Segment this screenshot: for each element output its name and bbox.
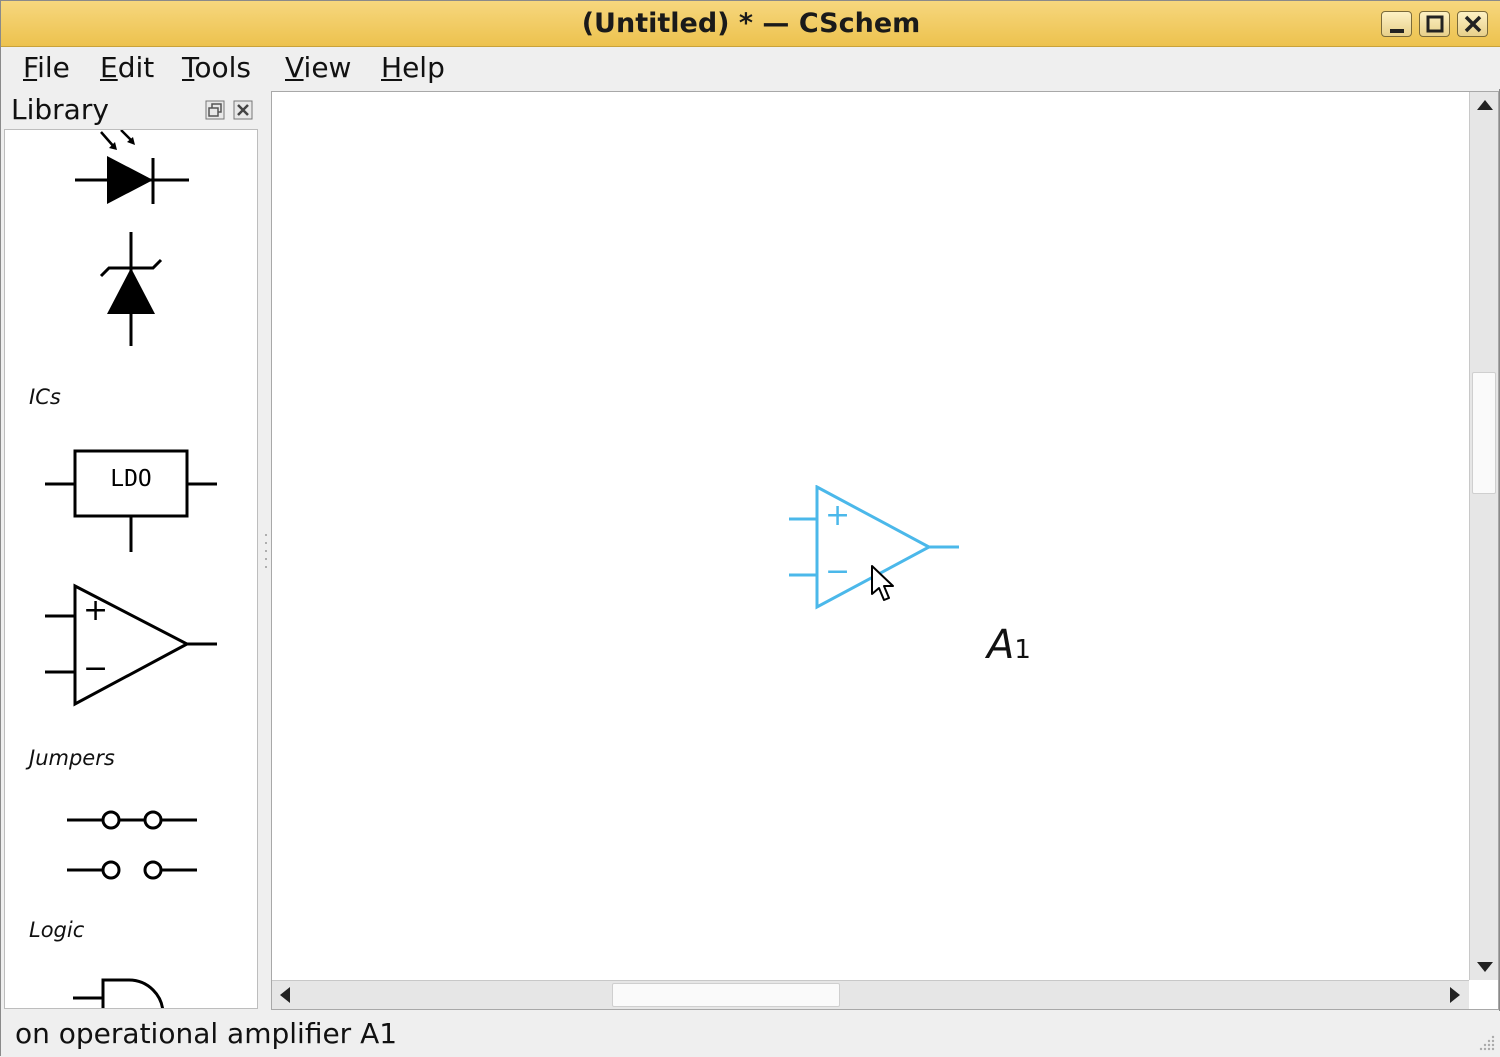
close-icon: [1464, 15, 1482, 33]
dock-close-icon[interactable]: [233, 100, 253, 120]
opamp-plus-label: +: [83, 593, 109, 628]
library-title: Library: [11, 93, 109, 126]
jumper-symbols[interactable]: [65, 806, 199, 886]
minimize-button[interactable]: [1381, 11, 1412, 37]
cursor-icon: [871, 565, 894, 601]
scroll-left-icon[interactable]: [280, 987, 290, 1003]
dock-float-icon[interactable]: [205, 100, 225, 120]
menu-file[interactable]: File: [23, 51, 70, 84]
and-gate-symbol[interactable]: [71, 976, 201, 1009]
vertical-scroll-thumb[interactable]: [1472, 372, 1496, 494]
scroll-down-icon[interactable]: [1477, 962, 1493, 972]
app-window: (Untitled) * — CSchem File Edit Tools Vi…: [0, 0, 1500, 1057]
opamp-minus-label: −: [83, 651, 109, 686]
title-bar[interactable]: (Untitled) * — CSchem: [1, 1, 1500, 47]
schematic-view: + − A1: [271, 91, 1499, 1010]
ldo-symbol[interactable]: LDO: [45, 448, 219, 556]
opamp-minus-label: −: [825, 554, 851, 589]
status-message: on operational amplifier A1: [15, 1017, 398, 1050]
led-symbol[interactable]: [65, 130, 195, 210]
opamp-library-symbol[interactable]: + −: [45, 582, 219, 708]
window-title: (Untitled) * — CSchem: [581, 8, 921, 39]
menu-tools[interactable]: Tools: [182, 51, 251, 84]
maximize-button[interactable]: [1419, 11, 1450, 37]
zener-diode-symbol[interactable]: [85, 230, 175, 350]
opamp-plus-label: +: [825, 498, 851, 533]
close-button[interactable]: [1457, 11, 1488, 37]
category-logic: Logic: [29, 918, 85, 942]
vertical-scrollbar[interactable]: [1469, 92, 1498, 980]
scroll-up-icon[interactable]: [1477, 100, 1493, 110]
menu-edit[interactable]: Edit: [100, 51, 154, 84]
library-panel[interactable]: ICs LDO + − Jumpers Logic: [4, 129, 258, 1009]
category-ics: ICs: [29, 385, 61, 409]
menu-view[interactable]: View: [285, 51, 351, 84]
component-reference-label[interactable]: A1: [987, 622, 1031, 668]
status-bar: on operational amplifier A1: [1, 1011, 1500, 1057]
resize-grip-icon[interactable]: [1475, 1031, 1497, 1053]
dock-splitter-handle[interactable]: [263, 531, 269, 571]
minimize-icon: [1390, 29, 1404, 33]
menu-bar: File Edit Tools View Help: [1, 47, 1500, 89]
horizontal-scroll-thumb[interactable]: [612, 983, 840, 1007]
scroll-right-icon[interactable]: [1450, 987, 1460, 1003]
menu-help[interactable]: Help: [381, 51, 445, 84]
ldo-label: LDO: [110, 466, 152, 492]
schematic-canvas[interactable]: + − A1: [272, 92, 1469, 980]
horizontal-scrollbar[interactable]: [272, 980, 1469, 1009]
maximize-icon: [1426, 15, 1444, 33]
category-jumpers: Jumpers: [29, 746, 115, 770]
